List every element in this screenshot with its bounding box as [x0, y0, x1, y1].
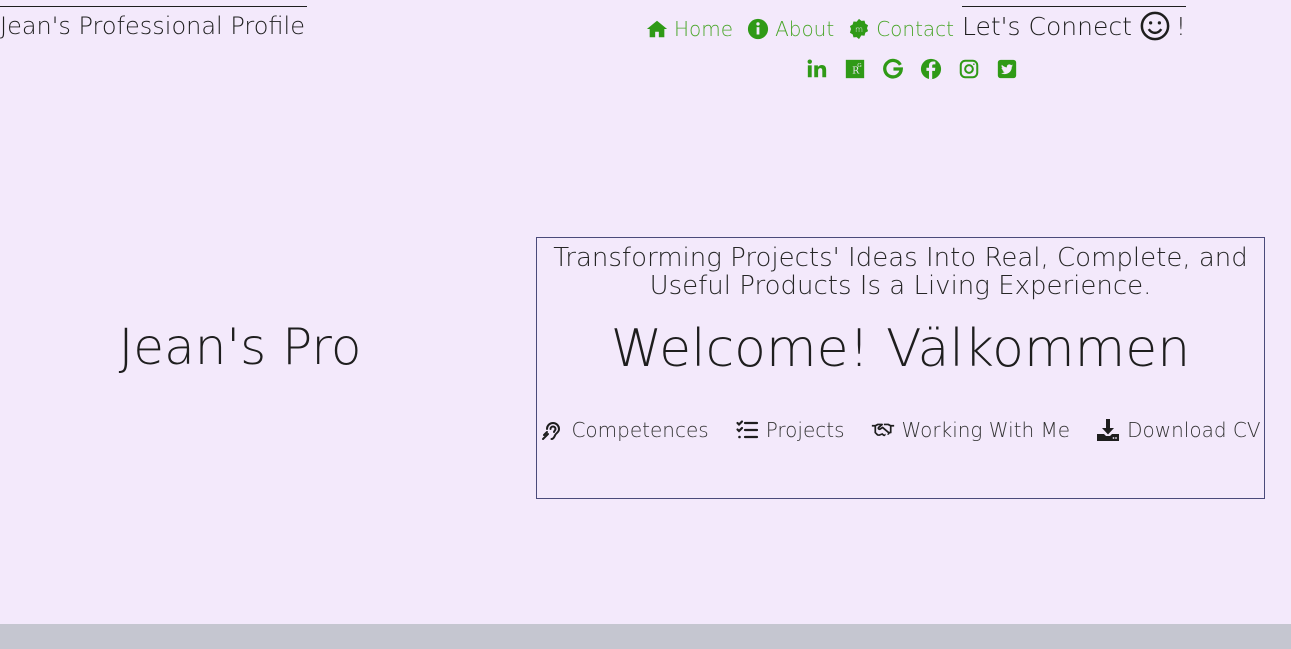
google-link[interactable] — [882, 58, 904, 80]
welcome-title: Welcome! Välkommen — [610, 319, 1191, 379]
projects-label: Projects — [765, 418, 845, 442]
competences-link[interactable]: Competences — [540, 418, 709, 442]
download-cv-label: Download CV — [1127, 418, 1261, 442]
lets-connect-suffix: ! — [1175, 11, 1186, 41]
svg-text:m: m — [855, 24, 863, 34]
nav-contact[interactable]: m Contact — [848, 17, 954, 41]
google-icon — [883, 58, 903, 79]
linkedin-link[interactable] — [806, 58, 828, 80]
facebook-icon — [920, 58, 942, 80]
handshake-icon — [871, 423, 894, 437]
projects-link[interactable]: Projects — [735, 418, 845, 442]
twitter-link[interactable] — [996, 58, 1018, 80]
nav-home[interactable]: Home — [646, 17, 733, 41]
lets-connect-label: Let's Connect — [962, 11, 1132, 41]
hero-left-title: Jean's Pro — [118, 318, 362, 376]
instagram-icon — [959, 59, 979, 79]
social-links: RG — [806, 58, 1018, 80]
welcome-actions: Competences Projects Working With Me Dow… — [537, 418, 1264, 442]
working-with-me-label: Working With Me — [901, 418, 1071, 442]
twitter-icon — [997, 59, 1017, 79]
home-icon — [646, 20, 668, 38]
site-brand[interactable]: Jean's Professional Profile — [0, 6, 307, 45]
main-nav: Home About m Contact — [646, 14, 954, 44]
tagline: Transforming Projects' Ideas Into Real, … — [553, 243, 1248, 301]
info-icon — [747, 18, 769, 40]
download-cv-link[interactable]: Download CV — [1096, 418, 1261, 442]
nav-home-label: Home — [674, 17, 734, 41]
ear-icon — [542, 422, 561, 440]
welcome-panel: Transforming Projects' Ideas Into Real, … — [536, 237, 1265, 499]
working-with-me-link[interactable]: Working With Me — [871, 418, 1071, 442]
footer-bar — [0, 624, 1291, 649]
researchgate-icon: RG — [845, 59, 865, 79]
facebook-link[interactable] — [920, 58, 942, 80]
checklist-icon — [736, 420, 758, 439]
contact-badge-icon: m — [850, 18, 869, 40]
download-icon — [1097, 419, 1120, 441]
lets-connect: Let's Connect ! — [962, 6, 1186, 45]
svg-text:G: G — [857, 63, 861, 69]
smile-icon — [1140, 11, 1170, 41]
nav-about-label: About — [775, 17, 835, 41]
competences-label: Competences — [571, 418, 709, 442]
linkedin-icon — [807, 59, 827, 78]
nav-about[interactable]: About — [747, 17, 834, 41]
researchgate-link[interactable]: RG — [844, 58, 866, 80]
instagram-link[interactable] — [958, 58, 980, 80]
nav-contact-label: Contact — [876, 17, 955, 41]
